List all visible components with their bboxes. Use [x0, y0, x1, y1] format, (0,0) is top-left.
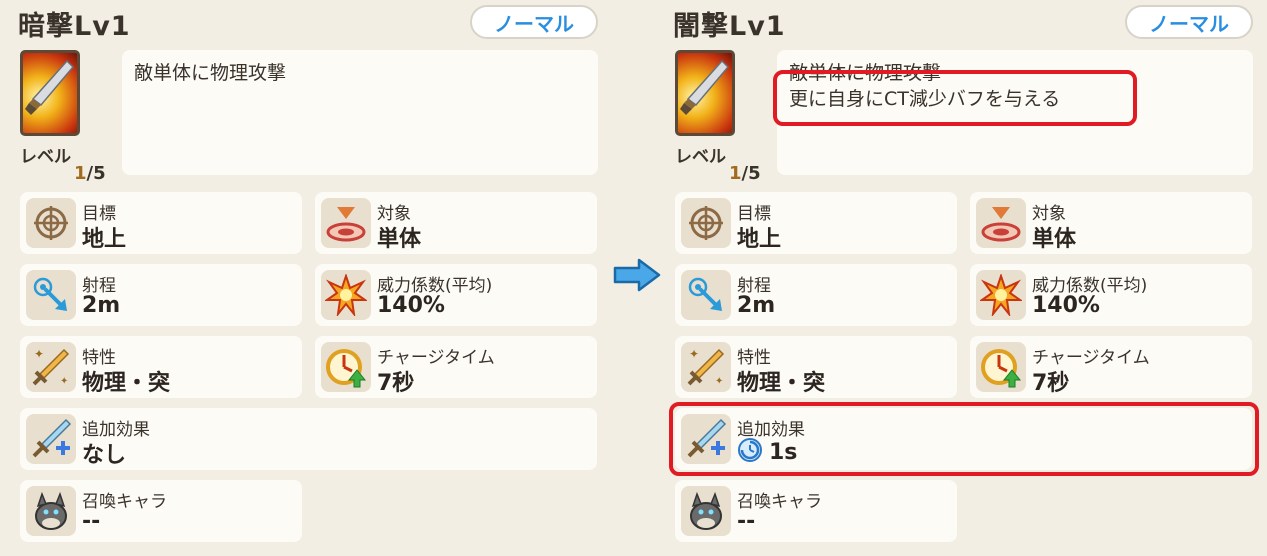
skill-panel-after: 闇撃Lv1 ノーマル レベル 1/5 敵単体に物理攻撃 更に自身にCT減少バフを… [667, 0, 1267, 556]
stat-value: -- [737, 509, 756, 534]
skill-title: 闇撃Lv1 [673, 11, 786, 42]
skill-panel-before: 暗撃Lv1 ノーマル レベル 1/5 敵単体に物理攻撃 目標 地上 対象 単体 … [12, 0, 612, 556]
stat-value: 物理・突 [737, 371, 826, 396]
stat-charge: チャージタイム 7秒 [315, 336, 597, 398]
stat-summon: 召喚キャラ -- [675, 480, 957, 542]
svg-text:✦: ✦ [715, 376, 723, 387]
stat-value: なし [82, 443, 127, 468]
level-label: レベル [675, 147, 726, 167]
clock-up-icon [321, 342, 371, 392]
stat-range: 射程 2m [675, 264, 957, 326]
stat-value: 140% [1032, 293, 1100, 318]
skill-sword-icon [675, 50, 735, 136]
stat-value: 地上 [737, 227, 782, 252]
stat-value: 7秒 [1032, 371, 1070, 396]
stat-summon: 召喚キャラ -- [20, 480, 302, 542]
right-arrow-icon [613, 258, 661, 292]
stat-charge: チャージタイム 7秒 [970, 336, 1252, 398]
stat-value: 単体 [1032, 227, 1077, 252]
stat-scope: 対象 単体 [970, 192, 1252, 254]
level-max: /5 [86, 163, 106, 184]
svg-text:✦: ✦ [689, 347, 699, 361]
description-highlight-box [773, 70, 1137, 126]
target-marker-icon [321, 198, 371, 248]
stat-value: 地上 [82, 227, 127, 252]
skill-sword-icon [20, 50, 80, 136]
range-arrow-icon [681, 270, 731, 320]
stat-scope: 対象 単体 [315, 192, 597, 254]
svg-text:✦: ✦ [34, 347, 44, 361]
stat-target: 目標 地上 [20, 192, 302, 254]
stat-trait: ✦ ✦ 特性 物理・突 [675, 336, 957, 398]
stat-value: 2m [82, 293, 121, 318]
level-label: レベル [20, 147, 71, 167]
stat-value: 単体 [377, 227, 422, 252]
svg-text:✦: ✦ [60, 376, 68, 387]
stat-value: -- [82, 509, 101, 534]
level-value: 1/5 [74, 163, 106, 184]
target-marker-icon [976, 198, 1026, 248]
stat-value: 140% [377, 293, 445, 318]
clock-up-icon [976, 342, 1026, 392]
extra-effect-highlight-box [669, 402, 1259, 476]
level-current: 1 [74, 163, 87, 184]
explosion-icon [321, 270, 371, 320]
skill-title: 暗撃Lv1 [18, 11, 131, 42]
crosshair-icon [26, 198, 76, 248]
skill-description: 敵単体に物理攻撃 [122, 50, 598, 175]
stat-value: 2m [737, 293, 776, 318]
rarity-badge[interactable]: ノーマル [1125, 5, 1253, 39]
range-arrow-icon [26, 270, 76, 320]
sword-sparkle-icon: ✦ ✦ [681, 342, 731, 392]
stat-range: 射程 2m [20, 264, 302, 326]
stat-extra-effect: 追加効果 なし [20, 408, 597, 470]
stat-trait: ✦ ✦ 特性 物理・突 [20, 336, 302, 398]
stat-value: 7秒 [377, 371, 415, 396]
stat-target: 目標 地上 [675, 192, 957, 254]
sword-plus-icon [26, 414, 76, 464]
stat-power: 威力係数(平均) 140% [970, 264, 1252, 326]
sword-sparkle-icon: ✦ ✦ [26, 342, 76, 392]
level-max: /5 [741, 163, 761, 184]
description-line: 敵単体に物理攻撃 [134, 62, 287, 84]
stat-power: 威力係数(平均) 140% [315, 264, 597, 326]
summon-creature-icon [26, 486, 76, 536]
level-current: 1 [729, 163, 742, 184]
crosshair-icon [681, 198, 731, 248]
rarity-badge[interactable]: ノーマル [470, 5, 598, 39]
level-value: 1/5 [729, 163, 761, 184]
stat-value: 物理・突 [82, 371, 171, 396]
summon-creature-icon [681, 486, 731, 536]
explosion-icon [976, 270, 1026, 320]
